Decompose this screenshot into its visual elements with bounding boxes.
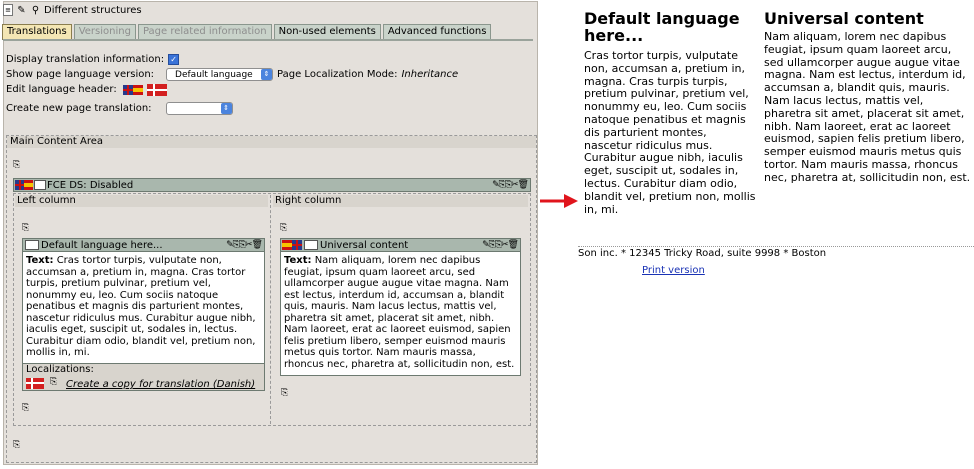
preview-col2-heading: Universal content [764, 9, 924, 28]
create-copy-link[interactable]: Create a copy for translation (Danish) [66, 379, 255, 390]
print-version-link[interactable]: Print version [642, 265, 705, 276]
show-version-label: Show page language version: [6, 69, 155, 80]
spain-flag-icon [24, 180, 33, 190]
spain-flag-icon [282, 240, 292, 250]
tab-translations[interactable]: Translations [2, 24, 72, 40]
fce-title: FCE DS: Disabled [47, 179, 134, 191]
preview-col1-text: Cras tortor turpis, vulputate non, accum… [584, 49, 756, 216]
tab-bar: Translations Versioning Page related inf… [2, 24, 492, 40]
fce-toolbar[interactable]: ✎⎘⎘✂🗑 [492, 180, 529, 190]
tab-advanced-functions[interactable]: Advanced functions [382, 24, 492, 40]
text-element-icon [304, 240, 318, 250]
left-element-header: Default language here... ✎⎘⎘✂🗑 [22, 238, 265, 252]
main-content-area-label: Main Content Area [7, 136, 536, 148]
right-element-text-label: Text: [284, 255, 312, 266]
display-translation-checkbox[interactable]: ✓ [168, 54, 180, 65]
column-divider [270, 195, 271, 424]
right-element-header: Universal content ✎⎘⎘✂🗑 [280, 238, 521, 252]
fce-icon [34, 180, 46, 190]
page-title: Different structures [44, 4, 142, 16]
right-column-label: Right column [273, 195, 528, 207]
right-element-toolbar[interactable]: ✎⎘⎘✂🗑 [482, 240, 519, 250]
localization-mode-value: Inheritance [401, 69, 459, 80]
preview-col1-heading: Default language here... [584, 9, 740, 45]
right-element-title: Universal content [320, 239, 409, 251]
right-element-text: Nam aliquam, lorem nec dapibus feugiat, … [284, 255, 515, 370]
denmark-flag-icon [26, 378, 44, 389]
new-content-icon[interactable]: ⎘ [281, 388, 288, 398]
select-arrow-icon: ⇕ [220, 103, 232, 114]
magnifier-icon[interactable]: ⚲ [30, 5, 41, 16]
red-arrow-icon [540, 194, 578, 208]
left-column-label: Left column [15, 195, 268, 207]
left-element-text: Cras tortor turpis, vulputate non, accum… [26, 255, 256, 358]
language-version-select[interactable]: Default language ⇕ [166, 68, 274, 81]
display-translation-row: Display translation information: ✓ [6, 52, 180, 67]
pencil-icon[interactable]: ✎ [16, 5, 27, 16]
edit-header-row: Edit language header: [6, 82, 167, 97]
left-element-text-label: Text: [26, 255, 54, 266]
new-content-icon[interactable]: ⎘ [13, 160, 20, 170]
new-content-icon[interactable]: ⎘ [22, 403, 29, 413]
new-content-icon[interactable]: ⎘ [22, 223, 29, 233]
tab-divider [3, 39, 533, 41]
tab-page-related-information: Page related information [137, 24, 272, 40]
language-version-value: Default language [175, 70, 253, 80]
new-content-icon[interactable]: ⎘ [13, 440, 20, 450]
localizations-label: Localizations: [26, 364, 94, 375]
tab-non-used-elements[interactable]: Non-used elements [273, 24, 381, 40]
spain-flag-icon[interactable] [132, 84, 143, 95]
page-icon: ≡ [3, 4, 13, 16]
tab-versioning: Versioning [73, 24, 136, 40]
uk-flag-icon [292, 240, 302, 250]
create-translation-select[interactable]: ⇕ [165, 102, 233, 115]
title-bar: ≡ ✎ ⚲ Different structures [3, 3, 142, 17]
right-element-body: Text: Nam aliquam, lorem nec dapibus feu… [280, 252, 521, 376]
text-element-icon [25, 240, 39, 250]
edit-header-label: Edit language header: [6, 84, 117, 95]
new-content-icon[interactable]: ⎘ [280, 223, 287, 233]
left-element-body: Text: Cras tortor turpis, vulputate non,… [22, 252, 265, 364]
left-element-toolbar[interactable]: ✎⎘⎘✂🗑 [226, 240, 263, 250]
uk-flag-icon [15, 180, 24, 190]
footer-divider [578, 246, 974, 247]
select-arrow-icon: ⇕ [261, 69, 273, 80]
preview-footer: Son inc. * 12345 Tricky Road, suite 9998… [578, 248, 827, 259]
create-translation-row: Create new page translation: ⇕ [6, 101, 233, 116]
preview-col2-text: Nam aliquam, lorem nec dapibus feugiat, … [764, 30, 971, 184]
denmark-flag-icon[interactable] [146, 83, 167, 96]
display-translation-label: Display translation information: [6, 54, 165, 65]
fce-header-bar: FCE DS: Disabled ✎⎘⎘✂🗑 [13, 178, 531, 192]
left-element-title: Default language here... [41, 239, 163, 251]
show-version-row: Show page language version: Default lang… [6, 67, 458, 82]
create-translation-label: Create new page translation: [6, 103, 152, 114]
copy-icon[interactable]: ⎘ [50, 377, 57, 387]
localization-mode-label: Page Localization Mode: [277, 69, 398, 80]
uk-flag-icon[interactable] [122, 84, 133, 95]
